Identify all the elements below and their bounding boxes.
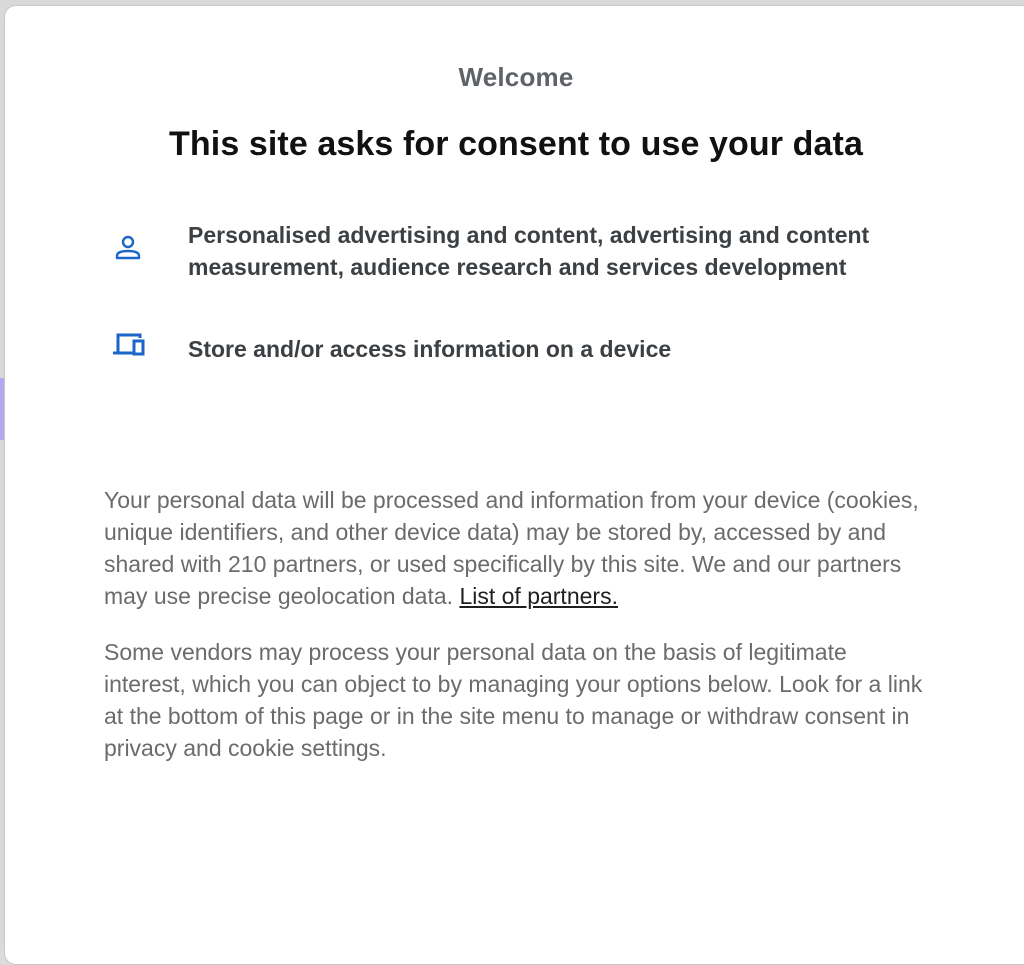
purpose-text: Personalised advertising and content, ad… (188, 222, 870, 280)
person-icon (113, 233, 157, 277)
list-of-partners-link[interactable]: List of partners. (459, 583, 618, 609)
legitimate-interest-paragraph: Some vendors may process your personal d… (104, 639, 923, 761)
consent-dialog: Welcome This site asks for consent to us… (4, 5, 1024, 965)
data-processing-paragraph: Your personal data will be processed and… (104, 484, 934, 612)
consent-headline: This site asks for consent to use your d… (169, 125, 863, 163)
purpose-text: Store and/or access information on a dev… (188, 336, 672, 362)
devices-icon (110, 331, 154, 375)
welcome-title: Welcome (458, 62, 574, 92)
